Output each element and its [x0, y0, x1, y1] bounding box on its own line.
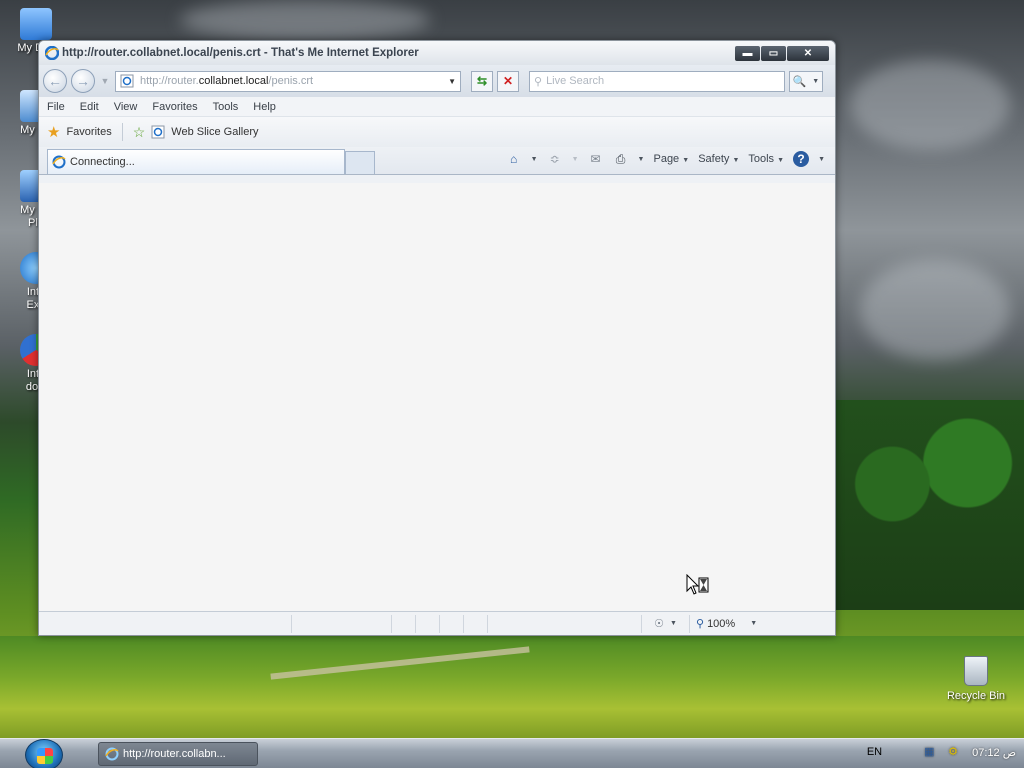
address-bar[interactable]: http://router.collabnet.local/penis.crt …: [115, 70, 461, 92]
back-arrow-icon: ←: [48, 73, 62, 89]
loading-page-icon: [52, 155, 66, 169]
status-cell: [439, 614, 463, 633]
search-button[interactable]: 🔍 ▼: [789, 70, 823, 92]
system-tray: EN ▦ ⚙ 07:12 ص: [867, 745, 1016, 759]
search-small-icon: ⚲: [534, 75, 543, 88]
safety-menu[interactable]: Safety ▼: [698, 153, 739, 165]
close-button[interactable]: ✕: [787, 45, 829, 61]
page-menu-label: Page: [653, 153, 680, 165]
menu-view[interactable]: View: [114, 101, 138, 113]
tab-active[interactable]: Connecting...: [47, 149, 345, 174]
back-button[interactable]: ←: [43, 69, 67, 93]
zoom-control[interactable]: ⚲ 100% ▼: [689, 614, 763, 633]
tools-menu[interactable]: Tools ▼: [748, 153, 784, 165]
desktop-icon-recycle-bin[interactable]: Recycle Bin: [944, 656, 1008, 702]
tab-label: Connecting...: [70, 156, 135, 168]
feeds-dropdown-icon[interactable]: ▼: [572, 156, 579, 163]
page-menu[interactable]: Page ▼: [653, 153, 689, 165]
documents-icon: [20, 8, 52, 40]
print-icon[interactable]: ⎙: [613, 151, 629, 167]
language-indicator[interactable]: EN: [867, 746, 882, 758]
menu-bar: File Edit View Favorites Tools Help: [39, 97, 835, 117]
chevron-down-icon: ▼: [750, 620, 758, 627]
refresh-button[interactable]: ⇆: [471, 70, 493, 92]
new-tab-button[interactable]: [345, 151, 375, 174]
status-cell: [463, 614, 487, 633]
taskbar-item-label: http://router.collabn...: [123, 748, 226, 760]
page-icon: [120, 74, 134, 88]
recent-pages-dropdown[interactable]: ▼: [99, 76, 111, 86]
command-bar: ⌂ ▼ ≎ ▼ ✉ ⎙ ▼ Page ▼ Safety ▼ Tools ▼ ? …: [506, 151, 825, 167]
chevron-down-icon: ▼: [669, 620, 677, 627]
search-options-dropdown-icon[interactable]: ▼: [812, 78, 819, 85]
url-path: /penis.crt: [268, 75, 314, 87]
feeds-icon[interactable]: ≎: [547, 151, 563, 167]
start-button[interactable]: [25, 739, 63, 768]
internet-explorer-icon: [45, 46, 59, 60]
shield-tray-icon[interactable]: ⚙: [948, 745, 962, 759]
menu-help[interactable]: Help: [253, 101, 276, 113]
internet-explorer-icon: [105, 747, 119, 761]
menu-tools[interactable]: Tools: [213, 101, 239, 113]
url-domain: collabnet.local: [198, 75, 269, 87]
minimize-button[interactable]: ▬: [735, 45, 760, 61]
address-url[interactable]: http://router.collabnet.local/penis.crt: [140, 75, 448, 87]
menu-file[interactable]: File: [47, 101, 65, 113]
add-to-favorites-icon[interactable]: ☆: [133, 124, 146, 141]
status-cell: [291, 614, 391, 633]
read-mail-icon[interactable]: ✉: [588, 151, 604, 167]
status-cell: [391, 614, 415, 633]
search-input[interactable]: ⚲ Live Search: [529, 70, 785, 92]
web-slice-gallery-link[interactable]: Web Slice Gallery: [171, 126, 258, 138]
menu-edit[interactable]: Edit: [80, 101, 99, 113]
favorites-button[interactable]: Favorites: [66, 126, 111, 138]
maximize-button[interactable]: ▭: [761, 45, 786, 61]
help-dropdown-icon[interactable]: ▼: [818, 156, 825, 163]
favorites-bar: ★ Favorites ☆ Web Slice Gallery: [39, 117, 835, 147]
clock[interactable]: 07:12 ص: [972, 746, 1016, 759]
security-zone-icon: ☉: [654, 618, 664, 630]
title-bar[interactable]: http://router.collabnet.local/penis.crt …: [39, 41, 835, 65]
taskbar: http://router.collabn... EN ▦ ⚙ 07:12 ص: [0, 738, 1024, 768]
tab-bar: Connecting... ⌂ ▼ ≎ ▼ ✉ ⎙ ▼ Page ▼ Safet…: [39, 147, 835, 175]
busy-cursor-icon: [686, 574, 709, 595]
browser-window: http://router.collabnet.local/penis.crt …: [38, 40, 836, 636]
protected-mode-button[interactable]: ☉ ▼: [641, 614, 689, 633]
chevron-down-icon: ▼: [682, 157, 690, 164]
recycle-bin-icon: [964, 656, 988, 686]
home-icon[interactable]: ⌂: [506, 151, 522, 167]
search-icon: 🔍: [792, 75, 807, 88]
search-placeholder: Live Search: [546, 75, 605, 87]
menu-favorites[interactable]: Favorites: [152, 101, 197, 113]
status-cell: [487, 614, 641, 633]
windows-logo-icon: [37, 748, 53, 764]
zoom-level: 100%: [707, 617, 736, 630]
web-slice-icon: [151, 125, 165, 139]
chevron-down-icon: ▼: [732, 157, 740, 164]
home-dropdown-icon[interactable]: ▼: [531, 156, 538, 163]
taskbar-item-browser[interactable]: http://router.collabn...: [98, 742, 258, 766]
help-icon[interactable]: ?: [793, 151, 810, 167]
safety-menu-label: Safety: [698, 153, 730, 165]
forward-button[interactable]: →: [71, 69, 95, 93]
stop-icon: ✕: [502, 74, 514, 88]
address-dropdown-icon[interactable]: ▼: [448, 77, 456, 86]
window-title: http://router.collabnet.local/penis.crt …: [62, 47, 419, 59]
stop-button[interactable]: ✕: [497, 70, 519, 92]
network-tray-icon[interactable]: ▦: [924, 745, 938, 759]
forward-arrow-icon: →: [76, 73, 90, 89]
refresh-icon: ⇆: [476, 74, 488, 88]
chevron-down-icon: ▼: [777, 157, 785, 164]
recycle-bin-label: Recycle Bin: [946, 690, 1006, 702]
status-cell: [415, 614, 439, 633]
navigation-bar: ← → ▼ http://router.collabnet.local/peni…: [39, 65, 835, 97]
page-content-area[interactable]: [39, 183, 835, 611]
divider: [121, 123, 123, 141]
url-prefix: http://router.: [140, 75, 199, 87]
favorites-star-icon[interactable]: ★: [47, 123, 60, 141]
zoom-icon: ⚲: [696, 618, 705, 630]
print-dropdown-icon[interactable]: ▼: [638, 156, 645, 163]
tools-menu-label: Tools: [748, 153, 775, 165]
status-bar: ☉ ▼ ⚲ 100% ▼: [39, 611, 835, 635]
